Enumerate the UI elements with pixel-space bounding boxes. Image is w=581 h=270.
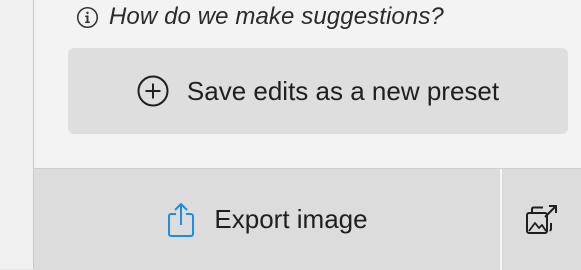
export-image-button[interactable]: Export image xyxy=(34,169,500,270)
save-preset-label: Save edits as a new preset xyxy=(186,75,500,106)
left-panel-edge xyxy=(0,0,34,269)
bottom-action-bar: Export image xyxy=(34,168,581,270)
plus-circle-icon xyxy=(137,75,169,107)
export-images-button[interactable] xyxy=(502,169,581,270)
suggestions-link-text: How do we make suggestions? xyxy=(109,3,444,30)
export-image-label: Export image xyxy=(214,204,368,234)
images-export-icon xyxy=(525,203,559,237)
share-icon xyxy=(166,201,196,239)
info-icon xyxy=(76,6,99,29)
save-preset-button[interactable]: Save edits as a new preset xyxy=(68,48,568,134)
suggestions-info-link[interactable]: How do we make suggestions? xyxy=(76,2,444,32)
